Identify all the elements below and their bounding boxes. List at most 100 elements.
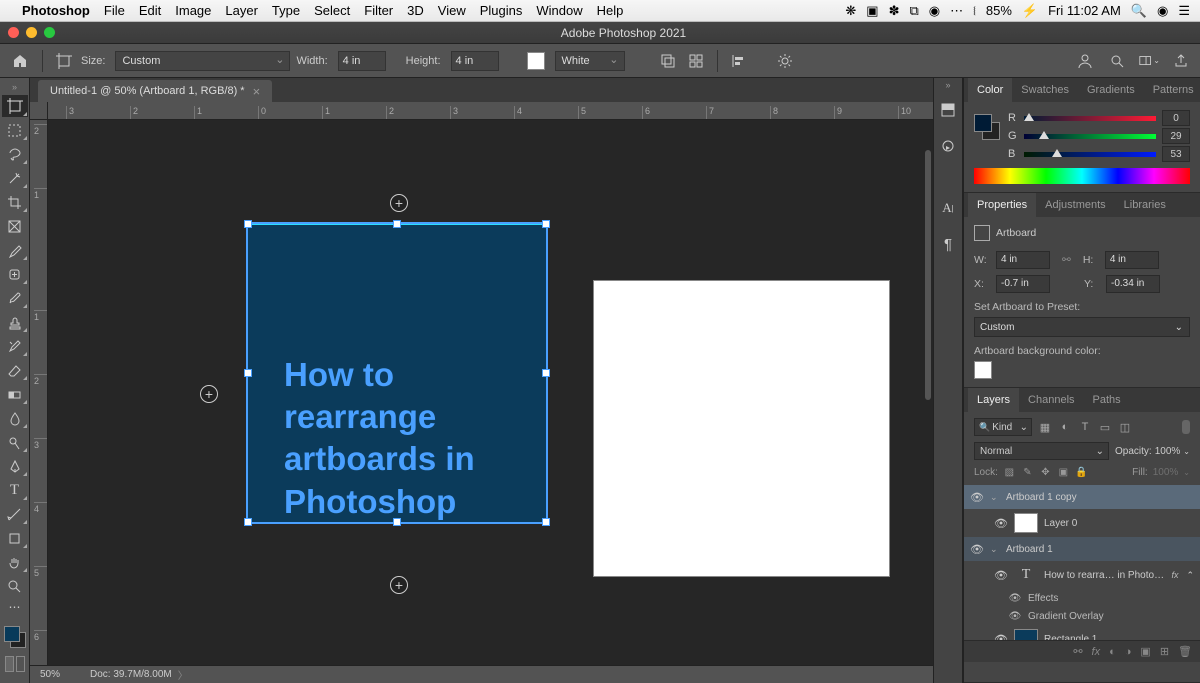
doc-info-chevron[interactable]: 〉 bbox=[178, 667, 188, 682]
filter-smart-icon[interactable]: ◫ bbox=[1118, 420, 1132, 434]
document-tab[interactable]: Untitled-1 @ 50% (Artboard 1, RGB/8) * × bbox=[38, 80, 272, 102]
dropbox-icon[interactable]: ⧉ bbox=[910, 3, 919, 19]
wand-tool[interactable] bbox=[2, 167, 28, 189]
spotlight-icon[interactable]: 🔍 bbox=[1131, 3, 1147, 19]
actions-panel-icon[interactable] bbox=[938, 136, 958, 156]
filter-toggle[interactable] bbox=[1182, 420, 1190, 434]
character-panel-icon[interactable]: A| bbox=[938, 198, 958, 218]
visibility-toggle[interactable]: 👁 bbox=[970, 543, 984, 556]
workspace-icon[interactable]: ⌄ bbox=[1138, 50, 1160, 72]
hand-tool[interactable] bbox=[2, 551, 28, 573]
add-artboard-top[interactable]: + bbox=[390, 194, 408, 212]
color-fg-bg-swatches[interactable] bbox=[974, 114, 1000, 140]
expand-panels-icon[interactable]: » bbox=[945, 80, 950, 90]
vertical-scrollbar[interactable] bbox=[925, 150, 931, 400]
delete-layer-icon[interactable]: 🗑 bbox=[1178, 645, 1192, 658]
prop-y-input[interactable]: -0.34 in bbox=[1106, 275, 1160, 293]
home-button[interactable] bbox=[8, 49, 32, 73]
new-layer-icon[interactable]: ⊞ bbox=[1160, 645, 1169, 658]
tab-channels[interactable]: Channels bbox=[1019, 388, 1083, 412]
prop-x-input[interactable]: -0.7 in bbox=[996, 275, 1050, 293]
heal-tool[interactable] bbox=[2, 263, 28, 285]
pen-tool[interactable] bbox=[2, 455, 28, 477]
fill-dropdown[interactable]: White bbox=[555, 51, 625, 71]
battery-percent[interactable]: 85% bbox=[986, 3, 1012, 18]
wifi-icon[interactable]: ⧙ bbox=[973, 3, 976, 19]
brush-tool[interactable] bbox=[2, 287, 28, 309]
filter-shape-icon[interactable]: ▭ bbox=[1098, 420, 1112, 434]
tab-patterns[interactable]: Patterns bbox=[1144, 78, 1200, 102]
visibility-toggle[interactable]: 👁 bbox=[994, 569, 1008, 582]
menu-type[interactable]: Type bbox=[272, 3, 300, 18]
visibility-toggle[interactable]: 👁 bbox=[1008, 611, 1022, 622]
r-value[interactable]: 0 bbox=[1162, 110, 1190, 126]
layer-filter-kind[interactable]: Kind bbox=[974, 418, 1032, 436]
tab-swatches[interactable]: Swatches bbox=[1012, 78, 1078, 102]
layer-artboard1[interactable]: 👁⌄Artboard 1 bbox=[964, 537, 1200, 561]
lock-all-icon[interactable]: 🔒 bbox=[1075, 466, 1088, 479]
history-panel-icon[interactable] bbox=[938, 100, 958, 120]
g-slider[interactable] bbox=[1024, 131, 1156, 141]
filter-type-icon[interactable]: T bbox=[1078, 420, 1092, 434]
zoom-window-button[interactable] bbox=[44, 27, 55, 38]
visibility-toggle[interactable]: 👁 bbox=[1008, 593, 1022, 604]
fx-badge[interactable]: fx bbox=[1171, 570, 1178, 580]
user-icon[interactable] bbox=[1074, 50, 1096, 72]
overlap-icon[interactable] bbox=[657, 50, 679, 72]
edit-toolbar[interactable]: ⋯ bbox=[2, 599, 28, 615]
resize-handle[interactable] bbox=[244, 220, 252, 228]
tab-adjustments[interactable]: Adjustments bbox=[1036, 193, 1115, 217]
eyedropper-tool[interactable] bbox=[2, 239, 28, 261]
visibility-toggle[interactable]: 👁 bbox=[994, 633, 1008, 641]
fx-icon[interactable]: fx bbox=[1092, 646, 1101, 658]
lock-pixels-icon[interactable]: ▨ bbox=[1003, 466, 1016, 479]
share-icon[interactable] bbox=[1170, 50, 1192, 72]
b-value[interactable]: 53 bbox=[1162, 146, 1190, 162]
close-tab-icon[interactable]: × bbox=[253, 84, 261, 99]
add-artboard-left[interactable]: + bbox=[200, 385, 218, 403]
link-wh-icon[interactable]: ⚯ bbox=[1062, 254, 1071, 266]
resize-handle[interactable] bbox=[542, 220, 550, 228]
link-layers-icon[interactable]: ⚯ bbox=[1073, 645, 1082, 658]
menu-image[interactable]: Image bbox=[175, 3, 211, 18]
stamp-tool[interactable] bbox=[2, 311, 28, 333]
g-value[interactable]: 29 bbox=[1162, 128, 1190, 144]
lock-move-icon[interactable]: ✥ bbox=[1039, 466, 1052, 479]
tab-layers[interactable]: Layers bbox=[968, 388, 1019, 412]
doc-info[interactable]: Doc: 39.7M/8.00M bbox=[90, 669, 172, 680]
tab-color[interactable]: Color bbox=[968, 78, 1012, 102]
history-brush-tool[interactable] bbox=[2, 335, 28, 357]
visibility-toggle[interactable]: 👁 bbox=[970, 491, 984, 504]
asterisk-icon[interactable]: ✽ bbox=[889, 3, 900, 19]
frame-tool[interactable] bbox=[2, 215, 28, 237]
gradient-tool[interactable] bbox=[2, 383, 28, 405]
siri-icon[interactable]: ◉ bbox=[1157, 3, 1168, 19]
resize-handle[interactable] bbox=[244, 518, 252, 526]
path-tool[interactable] bbox=[2, 503, 28, 525]
artboard-bg-swatch[interactable] bbox=[974, 361, 992, 379]
grid-icon[interactable] bbox=[685, 50, 707, 72]
resize-handle[interactable] bbox=[542, 369, 550, 377]
visibility-toggle[interactable]: 👁 bbox=[994, 517, 1008, 530]
dodge-tool[interactable] bbox=[2, 431, 28, 453]
control-center-icon[interactable]: ☰ bbox=[1178, 3, 1190, 19]
r-slider[interactable] bbox=[1024, 113, 1156, 123]
menu-select[interactable]: Select bbox=[314, 3, 350, 18]
menu-help[interactable]: Help bbox=[597, 3, 624, 18]
tab-libraries[interactable]: Libraries bbox=[1115, 193, 1175, 217]
layer-gradient-overlay[interactable]: 👁Gradient Overlay bbox=[964, 607, 1200, 625]
layer-effects[interactable]: 👁Effects bbox=[964, 589, 1200, 607]
add-artboard-bottom[interactable]: + bbox=[390, 576, 408, 594]
filter-image-icon[interactable]: ▦ bbox=[1038, 420, 1052, 434]
search-icon[interactable] bbox=[1106, 50, 1128, 72]
crop-tool[interactable] bbox=[2, 191, 28, 213]
gear-icon[interactable] bbox=[774, 50, 796, 72]
zoom-indicator[interactable]: 50% bbox=[40, 669, 60, 680]
type-tool[interactable]: T bbox=[2, 479, 28, 501]
layer-textlayer[interactable]: 👁THow to rearra… in Photoshopfx⌃ bbox=[964, 561, 1200, 589]
canvas[interactable]: How to rearrange artboards in Photoshop … bbox=[48, 120, 933, 647]
evernote-icon[interactable]: ❋ bbox=[845, 3, 856, 19]
app-name[interactable]: Photoshop bbox=[22, 3, 90, 18]
mask-icon[interactable]: ◐ bbox=[1109, 646, 1116, 658]
size-dropdown[interactable]: Custom bbox=[115, 51, 290, 71]
